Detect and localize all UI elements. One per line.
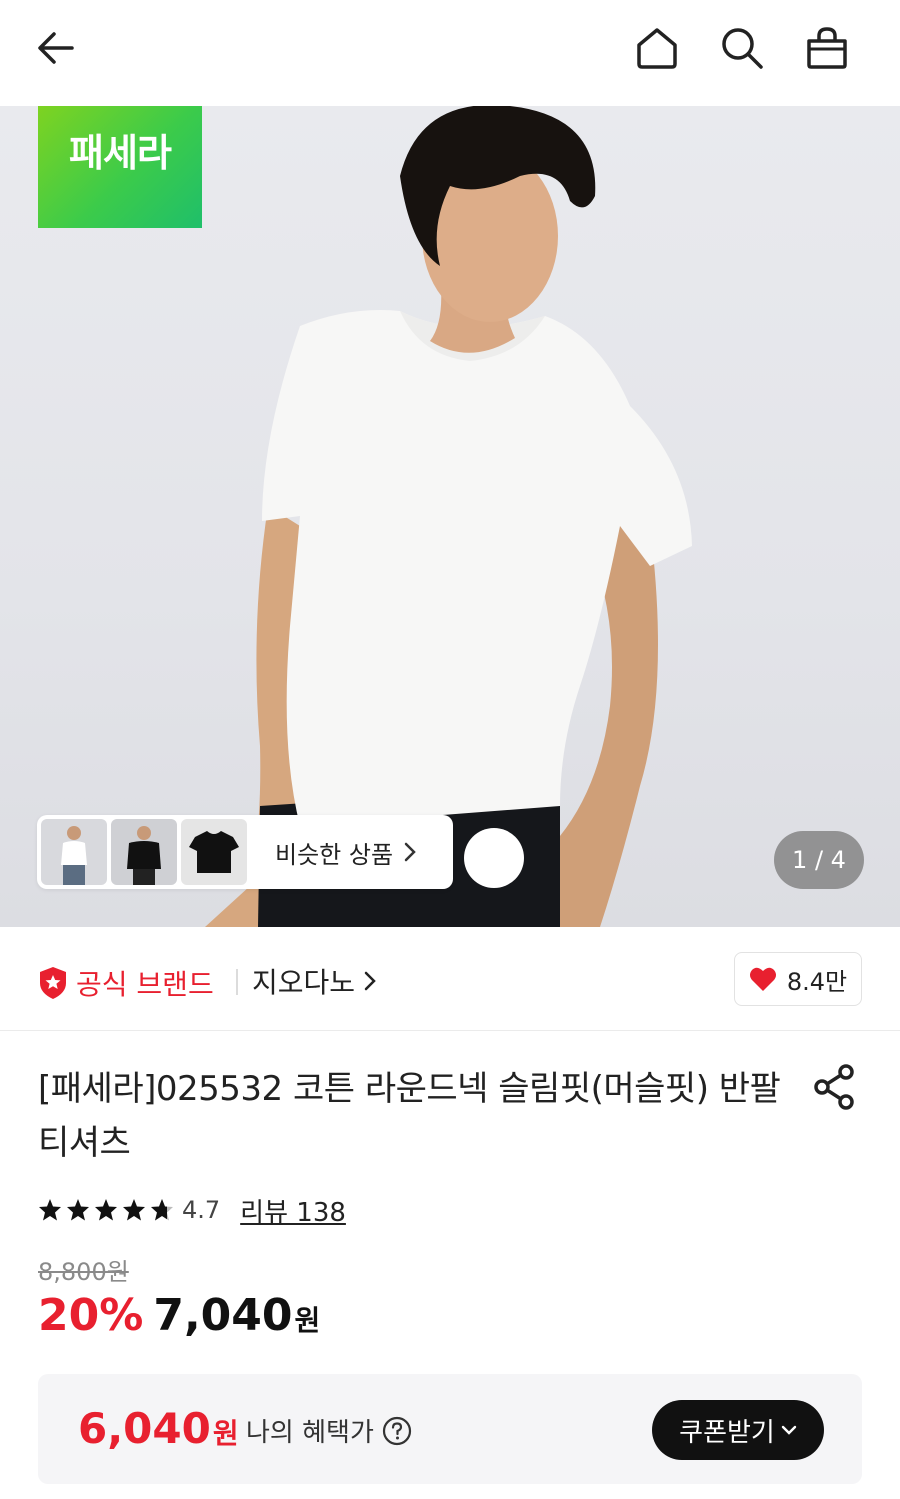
carousel-indicator-dot xyxy=(464,828,524,888)
like-button[interactable]: 8.4만 xyxy=(734,952,862,1006)
product-image-carousel[interactable]: 패세라 비슷한 상품 1 / 4 xyxy=(0,106,900,927)
chevron-right-icon xyxy=(364,971,376,991)
help-icon[interactable] xyxy=(382,1416,412,1446)
currency-unit: 원 xyxy=(294,1304,321,1337)
brand-row: 공식 브랜드 지오다노 8.4만 xyxy=(0,927,900,1031)
product-title: [패세라]025532 코튼 라운드넥 슬림핏(머슬핏) 반팔 티셔츠 xyxy=(38,1069,781,1163)
discount-rate: 20% xyxy=(38,1290,144,1341)
rating-value: 4.7 xyxy=(182,1196,221,1224)
benefit-price-value: 6,040 xyxy=(78,1404,211,1453)
star-icon xyxy=(95,1199,117,1221)
star-half-icon xyxy=(151,1199,173,1221)
benefit-price-box: 6,040 원 나의 혜택가 쿠폰받기 xyxy=(38,1374,862,1484)
similar-thumbnail[interactable] xyxy=(41,819,107,885)
official-brand-label[interactable]: 공식 브랜드 xyxy=(38,963,214,1003)
star-icon xyxy=(67,1199,89,1221)
chevron-right-icon xyxy=(404,842,416,862)
shopping-bag-icon[interactable] xyxy=(803,24,851,72)
store-link[interactable]: 지오다노 xyxy=(252,961,377,1001)
store-name: 지오다노 xyxy=(252,966,356,999)
star-icon xyxy=(39,1199,61,1221)
heart-icon xyxy=(749,967,776,991)
get-coupon-button[interactable]: 쿠폰받기 xyxy=(652,1400,824,1460)
top-app-bar xyxy=(0,0,900,106)
search-icon[interactable] xyxy=(718,24,766,72)
rating-row: 4.7 리뷰 138 xyxy=(38,1192,346,1228)
official-brand-text: 공식 브랜드 xyxy=(76,968,214,1001)
benefit-label: 나의 혜택가 xyxy=(246,1418,374,1448)
arrow-left-icon[interactable] xyxy=(32,24,80,72)
share-icon[interactable] xyxy=(810,1062,860,1112)
benefit-price: 6,040 원 xyxy=(78,1404,239,1453)
benefit-currency: 원 xyxy=(212,1417,239,1450)
chevron-down-icon xyxy=(781,1425,797,1435)
sale-price: 7,040 xyxy=(153,1290,293,1341)
product-photo xyxy=(205,106,692,927)
similar-products-button[interactable]: 비슷한 상품 xyxy=(37,815,453,889)
brand-badge: 패세라 xyxy=(38,106,202,228)
coupon-button-label: 쿠폰받기 xyxy=(679,1417,775,1448)
original-price: 8,800원 xyxy=(38,1258,129,1286)
like-count: 8.4만 xyxy=(786,967,848,996)
image-page-counter: 1 / 4 xyxy=(774,831,864,889)
price-row: 20% 7,040 원 xyxy=(38,1290,320,1341)
similar-thumbnail[interactable] xyxy=(111,819,177,885)
similar-products-label: 비슷한 상품 xyxy=(275,840,394,869)
star-icon xyxy=(123,1199,145,1221)
divider xyxy=(236,969,238,995)
rating-stars xyxy=(38,1198,174,1222)
home-icon[interactable] xyxy=(633,24,681,72)
official-badge-icon xyxy=(40,967,66,999)
benefit-label-group[interactable]: 나의 혜택가 xyxy=(246,1412,412,1449)
review-link[interactable]: 리뷰 138 xyxy=(240,1192,346,1229)
similar-thumbnail[interactable] xyxy=(181,819,247,885)
